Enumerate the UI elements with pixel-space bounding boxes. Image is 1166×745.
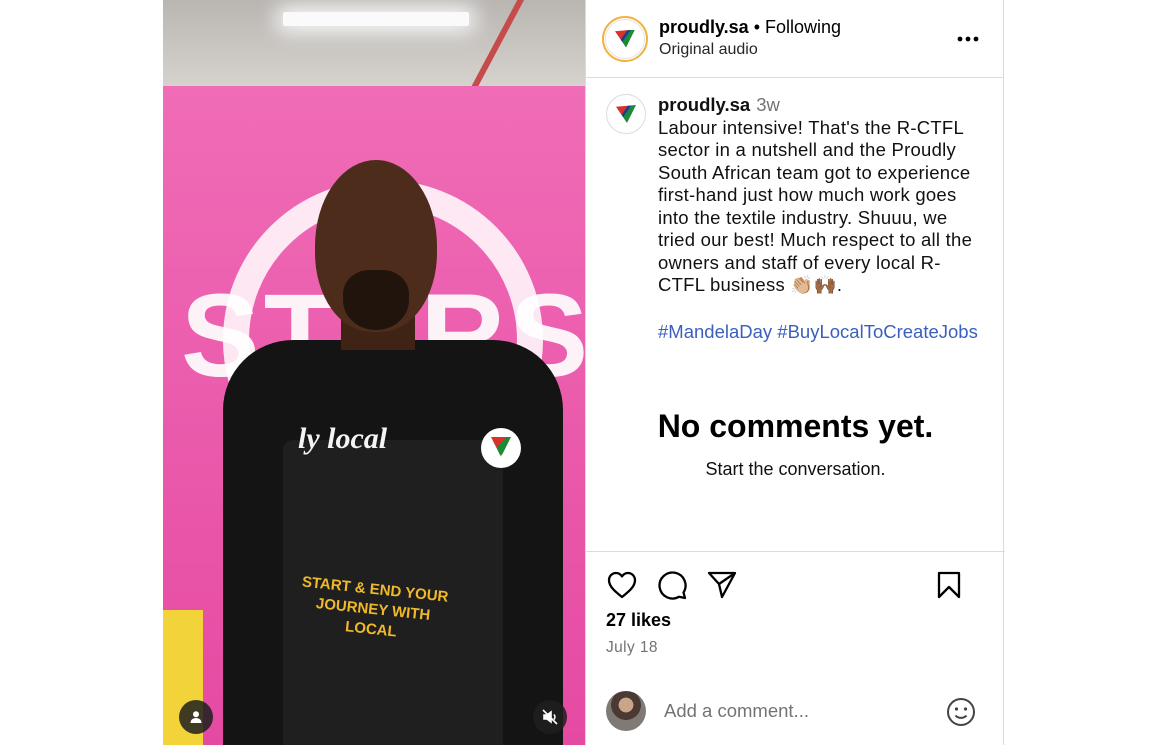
hashtag-link[interactable]: #MandelaDay xyxy=(658,321,772,342)
add-comment-bar xyxy=(586,690,1005,732)
author-username[interactable]: proudly.sa xyxy=(659,17,749,37)
person: ly local START & END YOUR JOURNEY WITH L… xyxy=(203,160,563,745)
post-viewer: STARS ly local START & END YOUR JOURNEY … xyxy=(163,0,1005,745)
comment-icon[interactable] xyxy=(656,569,688,601)
heart-icon[interactable] xyxy=(606,569,638,601)
proudly-sa-logo-icon xyxy=(615,29,635,48)
send-icon[interactable] xyxy=(706,569,738,601)
hashtags: #MandelaDay #BuyLocalToCreateJobs xyxy=(658,321,983,344)
proudly-sa-badge xyxy=(481,428,521,468)
caption-text: Labour intensive! That's the R-CTFL sect… xyxy=(658,116,978,296)
caption-username[interactable]: proudly.sa xyxy=(658,94,750,115)
following-button[interactable]: Following xyxy=(765,17,841,37)
author-avatar[interactable] xyxy=(602,15,648,62)
post-sidebar: proudly.sa • Following Original audio prou… xyxy=(585,0,1005,745)
hashtag-link[interactable]: #BuyLocalToCreateJobs xyxy=(777,321,978,342)
post-header: proudly.sa • Following Original audio xyxy=(586,0,1003,78)
audio-link[interactable]: Original audio xyxy=(659,39,841,60)
user-icon[interactable] xyxy=(179,700,213,734)
proudly-sa-logo-icon xyxy=(616,105,636,123)
emoji-icon[interactable] xyxy=(945,696,977,728)
beard xyxy=(343,270,409,330)
action-bar: 27 likes July 18 xyxy=(586,551,1005,657)
ceiling-light xyxy=(283,12,469,26)
bookmark-icon[interactable] xyxy=(933,569,965,601)
comment-input[interactable] xyxy=(662,699,926,723)
separator: • xyxy=(753,17,760,37)
empty-comments-title: No comments yet. xyxy=(657,408,934,444)
empty-comments-subtitle: Start the conversation. xyxy=(705,459,886,479)
caption-avatar[interactable] xyxy=(606,94,646,134)
muted-speaker-icon[interactable] xyxy=(533,700,567,734)
current-user-avatar xyxy=(606,691,646,731)
more-horizontal-icon[interactable] xyxy=(957,28,979,50)
post-date[interactable]: July 18 xyxy=(586,639,1005,657)
post-video[interactable]: STARS ly local START & END YOUR JOURNEY … xyxy=(163,0,585,745)
shirt-print: ly local xyxy=(298,422,388,455)
empty-comments: No comments yet. Start the conversation. xyxy=(586,408,1005,480)
caption-timestamp[interactable]: 3w xyxy=(756,94,780,115)
